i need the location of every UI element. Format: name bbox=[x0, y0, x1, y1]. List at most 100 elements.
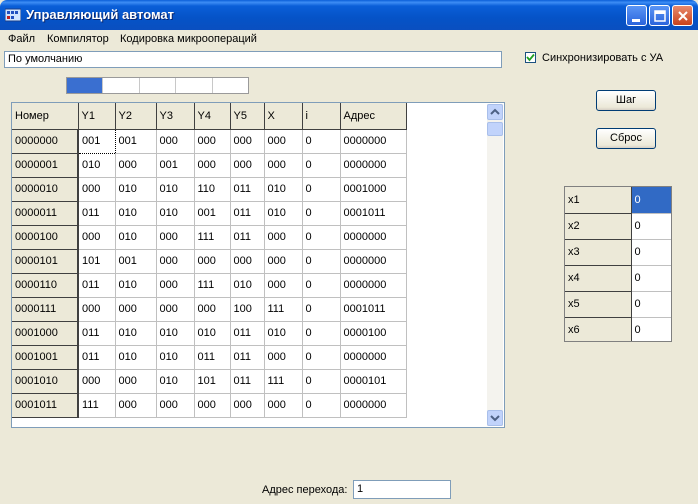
row-header[interactable]: 0000000 bbox=[12, 129, 79, 154]
sync-label[interactable]: Синхронизировать с УА bbox=[542, 52, 663, 64]
grid-cell[interactable]: 000 bbox=[264, 129, 303, 154]
close-button[interactable] bbox=[672, 5, 693, 26]
x-value[interactable]: 0 bbox=[631, 239, 671, 266]
grid-cell[interactable]: 010 bbox=[264, 321, 303, 346]
grid-cell[interactable]: 011 bbox=[194, 345, 231, 370]
grid-cell[interactable]: 000 bbox=[230, 249, 265, 274]
grid-cell[interactable]: 010 bbox=[115, 273, 157, 298]
grid-cell[interactable]: 000 bbox=[264, 153, 303, 178]
address-field[interactable]: 1 bbox=[353, 480, 451, 499]
grid-cell[interactable]: 010 bbox=[264, 201, 303, 226]
sync-checkbox[interactable] bbox=[525, 52, 536, 63]
grid-cell[interactable]: 011 bbox=[230, 321, 265, 346]
scroll-up-button[interactable] bbox=[487, 104, 503, 120]
grid-cell[interactable]: 000 bbox=[230, 129, 265, 154]
title-bar[interactable]: Управляющий автомат bbox=[0, 0, 698, 30]
grid-cell[interactable]: 0000000 bbox=[340, 153, 407, 178]
grid-cell[interactable]: 010 bbox=[264, 177, 303, 202]
grid-cell[interactable]: 000 bbox=[194, 129, 231, 154]
grid-cell[interactable]: 0000000 bbox=[340, 345, 407, 370]
column-header[interactable]: X bbox=[264, 103, 303, 130]
row-header[interactable]: 0001010 bbox=[12, 369, 79, 394]
grid-cell[interactable]: 001 bbox=[194, 201, 231, 226]
grid-cell[interactable]: 000 bbox=[115, 393, 157, 418]
menu-file[interactable]: Файл bbox=[8, 33, 35, 45]
reset-button[interactable]: Сброс bbox=[596, 128, 656, 149]
grid-cell[interactable]: 0000000 bbox=[340, 129, 407, 154]
column-header[interactable]: Y5 bbox=[230, 103, 265, 130]
grid-cell[interactable]: 101 bbox=[194, 369, 231, 394]
menu-microop-encoding[interactable]: Кодировка микроопераций bbox=[120, 33, 257, 45]
x-value[interactable]: 0 bbox=[631, 213, 671, 240]
grid-cell[interactable]: 000 bbox=[78, 177, 116, 202]
grid-cell[interactable]: 000 bbox=[156, 273, 195, 298]
grid-cell[interactable]: 000 bbox=[230, 153, 265, 178]
grid-cell[interactable]: 0001000 bbox=[340, 177, 407, 202]
grid-cell[interactable]: 000 bbox=[156, 225, 195, 250]
x-value[interactable]: 0 bbox=[631, 265, 671, 292]
grid-cell[interactable]: 010 bbox=[156, 201, 195, 226]
grid-cell[interactable]: 0 bbox=[302, 249, 341, 274]
minimize-button[interactable] bbox=[626, 5, 647, 26]
grid-cell[interactable]: 000 bbox=[264, 393, 303, 418]
step-button[interactable]: Шаг bbox=[596, 90, 656, 111]
x-value[interactable]: 0 bbox=[631, 187, 671, 214]
grid-cell[interactable]: 000 bbox=[78, 297, 116, 322]
grid-cell[interactable]: 0000100 bbox=[340, 321, 407, 346]
grid-cell[interactable]: 000 bbox=[264, 225, 303, 250]
grid-cell[interactable]: 011 bbox=[78, 321, 116, 346]
grid-cell[interactable]: 0000000 bbox=[340, 393, 407, 418]
grid-cell[interactable]: 000 bbox=[115, 297, 157, 322]
grid-cell[interactable]: 000 bbox=[264, 273, 303, 298]
row-header[interactable]: 0001001 bbox=[12, 345, 79, 370]
grid-cell[interactable]: 100 bbox=[230, 297, 265, 322]
menu-compiler[interactable]: Компилятор bbox=[47, 33, 109, 45]
grid-cell[interactable]: 010 bbox=[230, 273, 265, 298]
grid-cell[interactable]: 011 bbox=[230, 201, 265, 226]
grid-cell[interactable]: 000 bbox=[115, 369, 157, 394]
grid-cell[interactable]: 010 bbox=[115, 177, 157, 202]
column-header[interactable]: Y2 bbox=[115, 103, 157, 130]
grid-cell[interactable]: 0 bbox=[302, 225, 341, 250]
grid-cell[interactable]: 101 bbox=[78, 249, 116, 274]
grid-cell[interactable]: 111 bbox=[264, 369, 303, 394]
grid-cell[interactable]: 000 bbox=[156, 249, 195, 274]
row-header[interactable]: 0000010 bbox=[12, 177, 79, 202]
x-value[interactable]: 0 bbox=[631, 317, 671, 341]
grid-cell[interactable]: 000 bbox=[78, 369, 116, 394]
column-header[interactable]: Y1 bbox=[78, 103, 116, 130]
grid-cell[interactable]: 010 bbox=[156, 345, 195, 370]
grid-cell[interactable]: 000 bbox=[194, 249, 231, 274]
maximize-button[interactable] bbox=[649, 5, 670, 26]
scroll-thumb[interactable] bbox=[487, 122, 503, 136]
grid-cell[interactable]: 000 bbox=[156, 393, 195, 418]
row-header[interactable]: 0000110 bbox=[12, 273, 79, 298]
grid-cell[interactable]: 010 bbox=[194, 321, 231, 346]
grid-cell[interactable]: 111 bbox=[264, 297, 303, 322]
grid-cell[interactable]: 111 bbox=[194, 273, 231, 298]
grid-cell[interactable]: 0000000 bbox=[340, 225, 407, 250]
column-header[interactable]: Номер bbox=[12, 103, 79, 130]
profile-field[interactable]: По умолчанию bbox=[4, 51, 502, 68]
grid-cell[interactable]: 001 bbox=[115, 249, 157, 274]
grid-cell[interactable]: 011 bbox=[230, 345, 265, 370]
column-header[interactable]: i bbox=[302, 103, 341, 130]
grid-cell[interactable]: 000 bbox=[194, 297, 231, 322]
row-header[interactable]: 0000100 bbox=[12, 225, 79, 250]
grid-cell[interactable]: 110 bbox=[194, 177, 231, 202]
vertical-scrollbar[interactable] bbox=[487, 104, 503, 426]
grid-cell[interactable]: 010 bbox=[156, 321, 195, 346]
grid-cell[interactable]: 011 bbox=[78, 345, 116, 370]
grid-cell[interactable]: 0000000 bbox=[340, 273, 407, 298]
grid-cell[interactable]: 010 bbox=[156, 177, 195, 202]
grid-cell[interactable]: 010 bbox=[115, 201, 157, 226]
row-header[interactable]: 0000101 bbox=[12, 249, 79, 274]
grid-cell[interactable]: 011 bbox=[230, 225, 265, 250]
grid-cell[interactable]: 000 bbox=[156, 297, 195, 322]
grid-cell[interactable]: 0 bbox=[302, 297, 341, 322]
grid-cell[interactable]: 0 bbox=[302, 321, 341, 346]
row-header[interactable]: 0000001 bbox=[12, 153, 79, 178]
grid-cell[interactable]: 000 bbox=[230, 393, 265, 418]
row-header[interactable]: 0001000 bbox=[12, 321, 79, 346]
grid-cell[interactable]: 010 bbox=[156, 369, 195, 394]
